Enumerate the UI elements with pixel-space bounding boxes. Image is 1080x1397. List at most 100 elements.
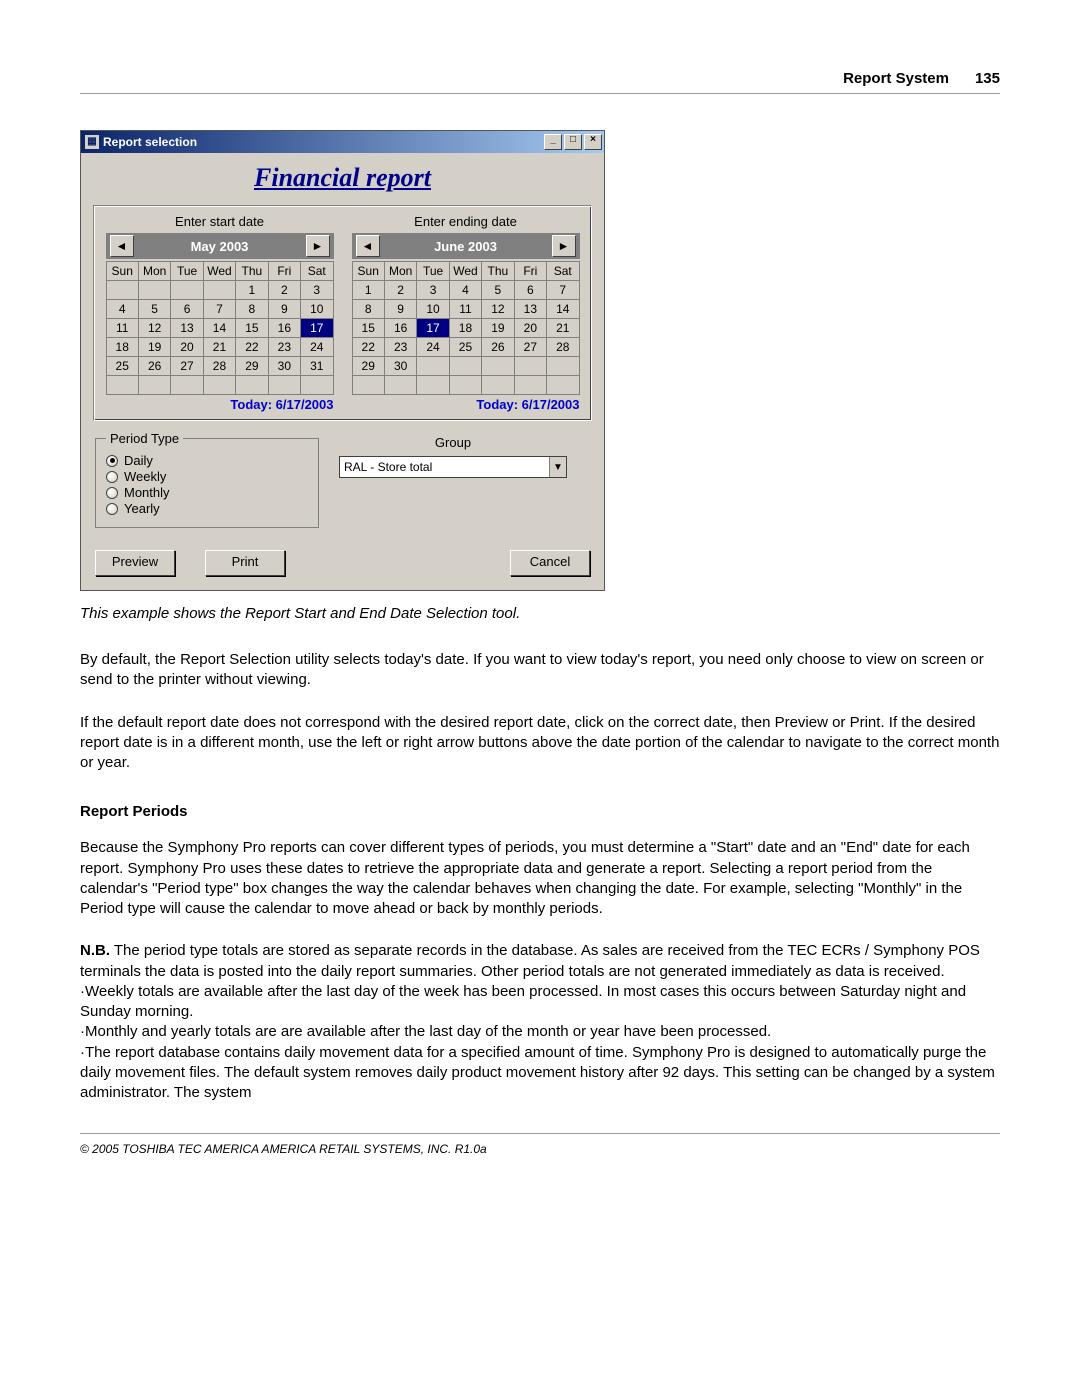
calendar-day xyxy=(449,376,481,395)
start-date-label: Enter start date xyxy=(106,214,334,229)
calendar-day[interactable]: 12 xyxy=(482,300,514,319)
next-month-button[interactable]: ► xyxy=(552,235,576,257)
calendar-day xyxy=(514,357,546,376)
calendar-day[interactable]: 16 xyxy=(384,319,416,338)
calendar-day[interactable]: 25 xyxy=(106,357,138,376)
calendar-day[interactable]: 20 xyxy=(171,338,203,357)
calendar-day[interactable]: 12 xyxy=(138,319,170,338)
calendar-day[interactable]: 27 xyxy=(171,357,203,376)
end-month-label: June 2003 xyxy=(380,239,552,254)
calendar-day[interactable]: 23 xyxy=(384,338,416,357)
calendar-day[interactable]: 26 xyxy=(138,357,170,376)
calendar-day[interactable]: 13 xyxy=(171,319,203,338)
calendar-day[interactable]: 7 xyxy=(203,300,235,319)
period-option-daily[interactable]: Daily xyxy=(106,453,308,468)
title-bar[interactable]: ▦ Report selection _ □ × xyxy=(81,131,604,153)
calendar-day[interactable]: 19 xyxy=(138,338,170,357)
calendar-day[interactable]: 5 xyxy=(138,300,170,319)
group-label: Group xyxy=(339,435,567,450)
calendar-day[interactable]: 13 xyxy=(514,300,546,319)
calendar-day[interactable]: 27 xyxy=(514,338,546,357)
calendar-day[interactable]: 14 xyxy=(547,300,579,319)
calendar-day[interactable]: 10 xyxy=(417,300,449,319)
next-month-button[interactable]: ► xyxy=(306,235,330,257)
calendar-dow: Mon xyxy=(384,262,416,281)
calendar-day[interactable]: 15 xyxy=(352,319,384,338)
close-button[interactable]: × xyxy=(584,134,602,150)
calendar-day[interactable]: 7 xyxy=(547,281,579,300)
chevron-down-icon[interactable]: ▼ xyxy=(549,457,566,477)
calendar-day[interactable]: 23 xyxy=(268,338,300,357)
start-today-link[interactable]: Today: 6/17/2003 xyxy=(106,395,334,412)
calendar-day[interactable]: 9 xyxy=(384,300,416,319)
print-button[interactable]: Print xyxy=(205,550,285,576)
calendar-day[interactable]: 15 xyxy=(236,319,268,338)
calendar-day[interactable]: 11 xyxy=(449,300,481,319)
start-month-label: May 2003 xyxy=(134,239,306,254)
calendar-day[interactable]: 10 xyxy=(301,300,333,319)
period-option-weekly[interactable]: Weekly xyxy=(106,469,308,484)
radio-icon[interactable] xyxy=(106,471,118,483)
calendar-day[interactable]: 24 xyxy=(417,338,449,357)
period-option-yearly[interactable]: Yearly xyxy=(106,501,308,516)
calendar-day xyxy=(449,357,481,376)
calendar-day[interactable]: 26 xyxy=(482,338,514,357)
calendar-day[interactable]: 30 xyxy=(268,357,300,376)
calendar-day[interactable]: 11 xyxy=(106,319,138,338)
calendar-day[interactable]: 8 xyxy=(236,300,268,319)
prev-month-button[interactable]: ◄ xyxy=(110,235,134,257)
radio-icon[interactable] xyxy=(106,487,118,499)
calendar-day[interactable]: 31 xyxy=(301,357,333,376)
calendar-day[interactable]: 3 xyxy=(417,281,449,300)
calendar-day[interactable]: 5 xyxy=(482,281,514,300)
calendar-day[interactable]: 2 xyxy=(384,281,416,300)
prev-month-button[interactable]: ◄ xyxy=(356,235,380,257)
calendar-day[interactable]: 4 xyxy=(106,300,138,319)
cancel-button[interactable]: Cancel xyxy=(510,550,590,576)
calendar-day[interactable]: 6 xyxy=(514,281,546,300)
calendar-day[interactable]: 17 xyxy=(417,319,449,338)
calendar-day[interactable]: 29 xyxy=(236,357,268,376)
period-option-label: Weekly xyxy=(124,469,166,484)
calendar-day[interactable]: 18 xyxy=(106,338,138,357)
calendar-day[interactable]: 29 xyxy=(352,357,384,376)
calendar-day[interactable]: 1 xyxy=(352,281,384,300)
calendar-day[interactable]: 25 xyxy=(449,338,481,357)
calendar-day[interactable]: 3 xyxy=(301,281,333,300)
radio-icon[interactable] xyxy=(106,503,118,515)
calendar-day[interactable]: 30 xyxy=(384,357,416,376)
calendar-day[interactable]: 28 xyxy=(547,338,579,357)
calendar-day[interactable]: 6 xyxy=(171,300,203,319)
end-calendar-grid[interactable]: SunMonTueWedThuFriSat1234567891011121314… xyxy=(352,261,580,395)
calendar-day[interactable]: 20 xyxy=(514,319,546,338)
calendar-day[interactable]: 22 xyxy=(236,338,268,357)
calendar-day xyxy=(138,281,170,300)
calendar-day xyxy=(352,376,384,395)
calendar-day[interactable]: 14 xyxy=(203,319,235,338)
calendar-day[interactable]: 24 xyxy=(301,338,333,357)
calendar-day[interactable]: 22 xyxy=(352,338,384,357)
maximize-button[interactable]: □ xyxy=(564,134,582,150)
radio-icon[interactable] xyxy=(106,455,118,467)
preview-button[interactable]: Preview xyxy=(95,550,175,576)
calendar-day[interactable]: 21 xyxy=(203,338,235,357)
start-calendar-grid[interactable]: SunMonTueWedThuFriSat1234567891011121314… xyxy=(106,261,334,395)
calendar-day[interactable]: 9 xyxy=(268,300,300,319)
group-combobox[interactable]: RAL - Store total ▼ xyxy=(339,456,567,478)
calendar-day[interactable]: 21 xyxy=(547,319,579,338)
calendar-day[interactable]: 8 xyxy=(352,300,384,319)
calendar-day[interactable]: 28 xyxy=(203,357,235,376)
app-icon: ▦ xyxy=(85,135,99,149)
calendar-day[interactable]: 19 xyxy=(482,319,514,338)
calendar-day[interactable]: 2 xyxy=(268,281,300,300)
end-today-link[interactable]: Today: 6/17/2003 xyxy=(352,395,580,412)
minimize-button[interactable]: _ xyxy=(544,134,562,150)
period-option-monthly[interactable]: Monthly xyxy=(106,485,308,500)
calendar-day[interactable]: 4 xyxy=(449,281,481,300)
calendar-day[interactable]: 18 xyxy=(449,319,481,338)
calendar-day xyxy=(301,376,333,395)
start-date-calendar: Enter start date ◄ May 2003 ► SunMonTueW… xyxy=(106,214,334,412)
calendar-day[interactable]: 1 xyxy=(236,281,268,300)
calendar-day[interactable]: 16 xyxy=(268,319,300,338)
calendar-day[interactable]: 17 xyxy=(301,319,333,338)
